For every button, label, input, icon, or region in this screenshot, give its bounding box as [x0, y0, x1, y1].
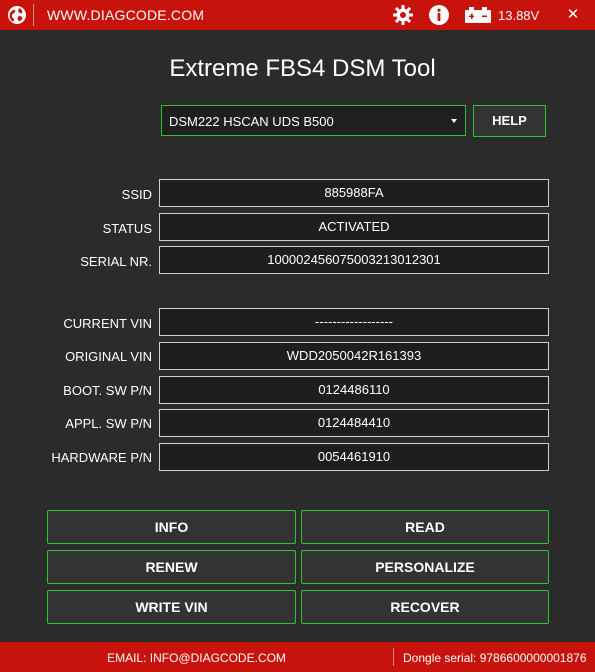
device-select[interactable]: DSM222 HSCAN UDS B500	[161, 105, 466, 136]
field-label-serial: SERIAL NR.	[80, 254, 152, 269]
title-bar: WWW.DIAGCODE.COM 13.88V ✕	[0, 0, 595, 30]
field-label-hardware: HARDWARE P/N	[51, 450, 152, 465]
info-icon[interactable]	[428, 4, 450, 26]
field-label-ssid: SSID	[121, 187, 152, 202]
field-label-boot-sw: BOOT. SW P/N	[63, 383, 152, 398]
gear-icon[interactable]	[392, 4, 414, 26]
field-value-appl-sw: 0124484410	[159, 409, 549, 437]
field-value-hardware: 0054461910	[159, 443, 549, 471]
titlebar-divider	[33, 4, 34, 26]
footer-email[interactable]: EMAIL: INFO@DIAGCODE.COM	[0, 651, 393, 665]
renew-button[interactable]: RENEW	[47, 550, 296, 584]
battery-icon	[465, 7, 491, 23]
field-value-serial: 1000024560750032130123​01	[159, 246, 549, 274]
field-value-ssid: 885988FA	[159, 179, 549, 207]
field-label-status: STATUS	[102, 221, 152, 236]
battery-voltage: 13.88V	[498, 8, 540, 23]
personalize-button[interactable]: PERSONALIZE	[301, 550, 549, 584]
close-icon[interactable]: ✕	[564, 5, 582, 25]
device-select-value: DSM222 HSCAN UDS B500	[169, 114, 334, 129]
app-title: Extreme FBS4 DSM Tool	[169, 55, 436, 82]
field-value-original-vin: WDD2050042R161393	[159, 342, 549, 370]
globe-icon	[8, 6, 26, 24]
field-label-current-vin: CURRENT VIN	[63, 316, 152, 331]
recover-button[interactable]: RECOVER	[301, 590, 549, 624]
field-value-current-vin: ------------------	[159, 308, 549, 336]
field-value-boot-sw: 0124486110	[159, 376, 549, 404]
read-button[interactable]: READ	[301, 510, 549, 544]
info-button[interactable]: INFO	[47, 510, 296, 544]
footer-bar: EMAIL: INFO@DIAGCODE.COM Dongle serial: …	[0, 642, 595, 672]
chevron-down-icon	[451, 119, 457, 123]
footer-divider	[393, 648, 394, 666]
field-value-status: ACTIVATED	[159, 213, 549, 241]
website-url[interactable]: WWW.DIAGCODE.COM	[47, 7, 204, 23]
write-vin-button[interactable]: WRITE VIN	[47, 590, 296, 624]
dongle-serial: Dongle serial: 9786600000001876	[403, 651, 587, 665]
field-label-original-vin: ORIGINAL VIN	[65, 349, 152, 364]
field-label-appl-sw: APPL. SW P/N	[65, 416, 152, 431]
help-button[interactable]: HELP	[473, 105, 546, 137]
